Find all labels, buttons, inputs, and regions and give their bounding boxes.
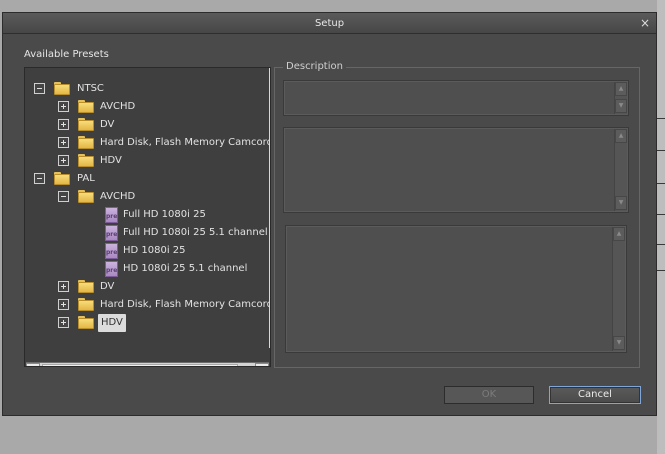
scroll-down-icon[interactable]: ▼ [615,196,627,210]
folder-icon [78,118,94,131]
folder-icon [54,82,70,95]
edge-tick [657,183,665,184]
scroll-up-icon[interactable]: ▲ [615,82,627,96]
scroll-right-icon[interactable]: ▶ [255,363,269,366]
tree-node-label: HDV [100,155,122,166]
tree-node-label: PAL [77,173,95,184]
tree-node-label: Full HD 1080i 25 5.1 channel [123,227,268,238]
dialog-title: Setup [314,18,345,29]
tree-node-label: DV [100,119,115,130]
tree-node-label: NTSC [77,83,104,94]
edge-tick [657,118,665,119]
folder-icon [78,298,94,311]
field-scrollbar[interactable]: ▲ ▼ [612,227,625,351]
title-bar[interactable]: Setup × [3,13,656,34]
description-field-1[interactable]: ▲ ▼ [283,80,629,116]
folder-icon [78,136,94,149]
preset-file-icon: prel [105,225,118,241]
expand-icon[interactable] [58,101,69,112]
tree-node-label: Hard Disk, Flash Memory Camcorde [100,299,271,310]
field-scrollbar[interactable]: ▲ ▼ [614,129,627,211]
scroll-left-icon[interactable]: ◀ [26,363,40,366]
expand-icon[interactable] [58,317,69,328]
tree-node-label: HD 1080i 25 5.1 channel [123,263,248,274]
folder-icon [54,172,70,185]
collapse-icon[interactable] [34,83,45,94]
expand-icon[interactable] [58,155,69,166]
field-scrollbar[interactable]: ▲ ▼ [614,82,627,114]
description-label: Description [283,61,346,72]
folder-icon [78,100,94,113]
preset-file-icon: prel [105,207,118,223]
scroll-down-icon[interactable]: ▼ [613,336,625,350]
tree-node-label: AVCHD [100,191,136,202]
scroll-up-icon[interactable]: ▲ [613,227,625,241]
expand-icon[interactable] [58,299,69,310]
preset-file-icon: prel [105,261,118,277]
tree-node-label-selected: HDV [98,314,126,332]
folder-icon [78,190,94,203]
scroll-up-icon[interactable]: ▲ [615,129,627,143]
description-field-3[interactable]: ▲ ▼ [285,225,627,353]
collapse-icon[interactable] [34,173,45,184]
folder-icon [78,154,94,167]
tree-node-label: AVCHD [100,101,136,112]
presets-tree[interactable]: NTSC AVCHD DV Hard Disk, Flash Memory Ca… [24,67,271,367]
background-window-edge [657,0,665,454]
edge-tick [657,244,665,245]
folder-icon [78,280,94,293]
scroll-thumb[interactable] [42,364,238,366]
setup-dialog: Setup × Available Presets NTSC AVCHD DV … [2,12,657,416]
scroll-down-icon[interactable]: ▼ [615,99,627,113]
tree-horizontal-scrollbar[interactable]: ◀ ▶ [26,362,269,366]
tree-node-label: HD 1080i 25 [123,245,186,256]
tree-node-label: Full HD 1080i 25 [123,209,206,220]
ok-button[interactable]: OK [444,386,534,404]
folder-icon [78,316,94,329]
collapse-icon[interactable] [58,191,69,202]
tree-node-label: Hard Disk, Flash Memory Camcorde [100,137,271,148]
preset-file-icon: prel [105,243,118,259]
tree-node-label: DV [100,281,115,292]
cancel-button[interactable]: Cancel [549,386,641,404]
expand-icon[interactable] [58,281,69,292]
expand-icon[interactable] [58,137,69,148]
edge-tick [657,270,665,271]
available-presets-label: Available Presets [24,49,109,60]
description-field-2[interactable]: ▲ ▼ [283,127,629,213]
close-icon[interactable]: × [640,13,650,34]
expand-icon[interactable] [58,119,69,130]
edge-tick [657,150,665,151]
edge-tick [657,214,665,215]
